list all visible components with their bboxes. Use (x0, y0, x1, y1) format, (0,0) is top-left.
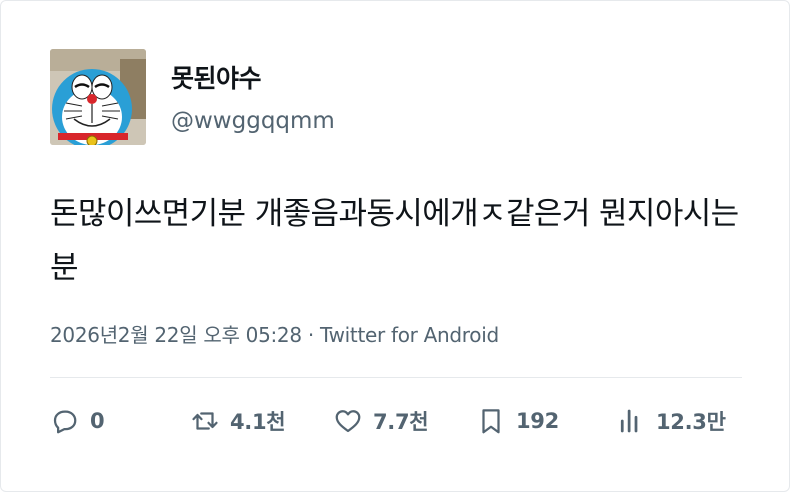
heart-icon (335, 410, 361, 433)
tweet-date[interactable]: 2026년2월 22일 오후 05:28 (50, 323, 302, 347)
retweet-button[interactable]: 4.1천 (190, 404, 286, 438)
like-count: 7.7천 (373, 410, 429, 434)
retweet-count: 4.1천 (230, 410, 286, 434)
like-button[interactable]: 7.7천 (333, 404, 429, 438)
meta-separator: · (307, 323, 314, 347)
bookmark-count: 192 (516, 409, 559, 433)
retweet-arrows-icon (192, 412, 218, 430)
views-button[interactable]: 12.3만 (616, 404, 726, 438)
bar-chart-icon (620, 409, 638, 433)
tweet-source[interactable]: Twitter for Android (320, 323, 499, 347)
tweet-card: 못된야수 @wwggqqmm 돈많이쓰면기분 개좋음과동시에개ㅈ같은거 뭔지아시… (0, 0, 790, 492)
reply-button[interactable]: 0 (50, 404, 105, 438)
tweet-text: 돈많이쓰면기분 개좋음과동시에개ㅈ같은거 뭔지아시는분 (50, 196, 739, 286)
user-handle[interactable]: @wwggqqmm (171, 108, 335, 134)
divider (50, 377, 742, 378)
tweet-meta: 2026년2월 22일 오후 05:28 · Twitter for Andro… (50, 319, 499, 348)
speech-bubble-icon (53, 410, 77, 434)
display-name[interactable]: 못된야수 (171, 59, 262, 95)
doraemon-avatar-image (50, 49, 146, 145)
view-count: 12.3만 (656, 410, 726, 434)
bookmark-icon (482, 409, 500, 434)
bookmark-button[interactable]: 192 (476, 404, 559, 438)
avatar[interactable] (50, 49, 146, 145)
reply-count: 0 (90, 409, 105, 433)
